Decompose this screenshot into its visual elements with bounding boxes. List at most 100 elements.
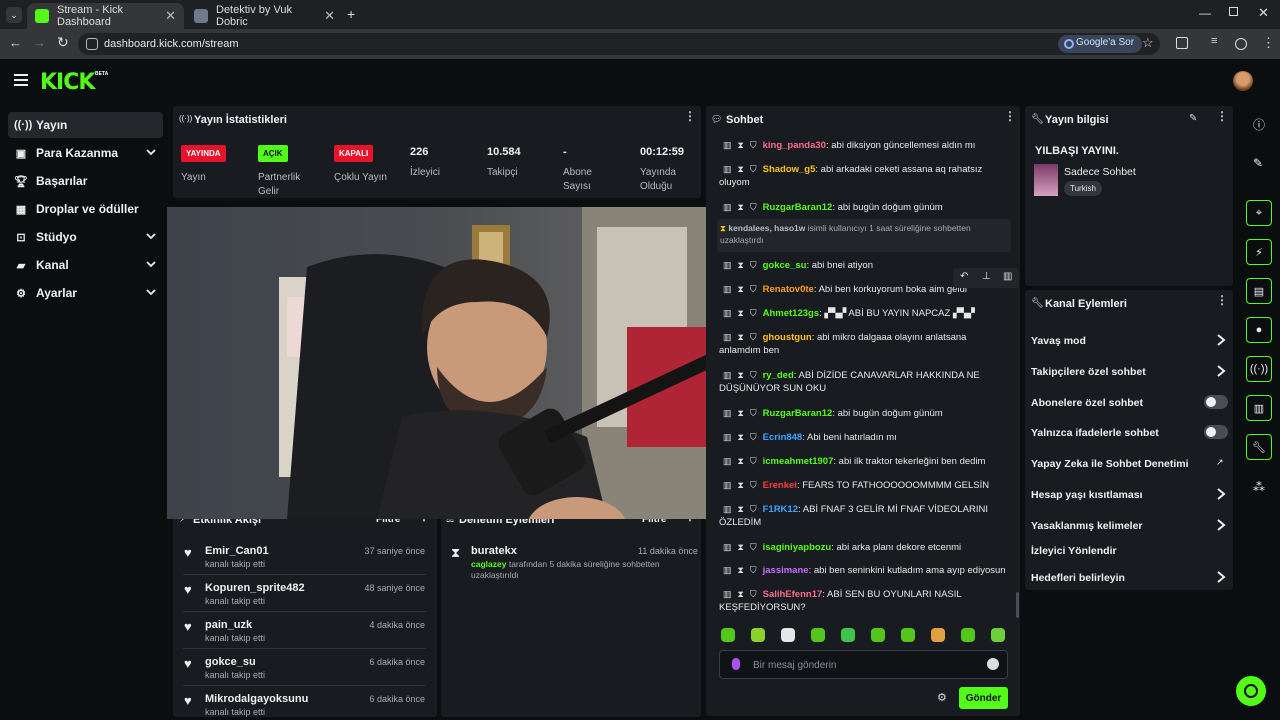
sidebar-item-achievements[interactable]: 🏆︎ Başarılar: [8, 168, 163, 194]
chat-scrollbar[interactable]: [1016, 592, 1019, 618]
chat-message[interactable]: ▥ ⧗ ⛉ Shadow_g5: abi arkadaki ceketi assana…: [719, 163, 1009, 189]
tab-kick-dashboard[interactable]: Stream - Kick Dashboard ✕: [27, 3, 184, 29]
chat-username[interactable]: Erenkei: [763, 480, 797, 491]
chat-username[interactable]: Renatov0te: [763, 284, 814, 295]
chevron-right-icon[interactable]: [1216, 570, 1226, 584]
close-window-icon[interactable]: ✕: [1258, 5, 1269, 21]
chevron-right-icon[interactable]: [1216, 518, 1226, 532]
send-button[interactable]: Gönder: [959, 687, 1008, 709]
chat-message[interactable]: ▥ ⧗ ⛉ RuzgarBaran12: abi bugün doğum günüm: [719, 407, 1009, 420]
chat-username[interactable]: SalihEfenn17: [763, 589, 823, 600]
shield-icon[interactable]: ⛉: [750, 456, 757, 466]
channel-action-goals[interactable]: Hedefleri belirleyin: [1031, 572, 1125, 584]
pin-icon[interactable]: ⊥: [982, 271, 991, 282]
emote-icon[interactable]: [721, 628, 735, 642]
channel-action-host[interactable]: İzleyici Yönlendir: [1031, 545, 1117, 557]
browser-menu-icon[interactable]: ⋮: [1262, 35, 1275, 51]
shield-icon[interactable]: ⛉: [750, 408, 757, 418]
emote-icon[interactable]: [871, 628, 885, 642]
chat-username[interactable]: Ahmet123gs: [763, 308, 820, 319]
channel-action-slow-mode[interactable]: Yavaş mod: [1031, 335, 1086, 347]
hourglass-icon[interactable]: ⧗: [738, 504, 744, 514]
trash-icon[interactable]: ▥: [1003, 271, 1012, 282]
sidebar-item-drops[interactable]: ▦ Droplar ve ödüller: [8, 196, 163, 222]
bookmark-star-icon[interactable]: ☆: [1142, 35, 1154, 51]
shield-icon[interactable]: ⛉: [750, 202, 757, 212]
emote-icon[interactable]: [991, 628, 1005, 642]
external-link-icon[interactable]: ↗: [1216, 457, 1224, 468]
chevron-right-icon[interactable]: [1216, 333, 1226, 347]
chat-message[interactable]: ▥ ⧗ ⛉ RuzgarBaran12: abi bugün doğum günüm: [719, 201, 1009, 214]
rail-layout-button[interactable]: ▥: [1246, 395, 1272, 421]
chat-username[interactable]: RuzgarBaran12: [763, 202, 833, 213]
shield-icon[interactable]: ⛉: [750, 370, 757, 380]
sidebar-item-channel[interactable]: ▰ Kanal: [8, 252, 163, 278]
media-controls-icon[interactable]: ≡: [1211, 35, 1217, 47]
shield-icon[interactable]: ⛉: [750, 432, 757, 442]
site-info-icon[interactable]: [86, 38, 98, 50]
chat-username[interactable]: ry_ded: [763, 370, 794, 381]
channel-action-banned-words[interactable]: Yasaklanmış kelimeler: [1031, 520, 1143, 532]
chat-message[interactable]: ▥ ⧗ ⛉ Ecrin848: Abi beni hatırladın mı: [719, 431, 1009, 444]
shield-icon[interactable]: ⛉: [750, 542, 757, 552]
rail-tools-button[interactable]: 🔧︎: [1246, 434, 1272, 460]
stream-preview-video[interactable]: [167, 207, 718, 519]
omnibox[interactable]: [78, 33, 1160, 55]
rail-chat-button[interactable]: ●: [1246, 317, 1272, 343]
chat-username[interactable]: Shadow_g5: [763, 164, 816, 175]
hourglass-icon[interactable]: ⧗: [738, 480, 744, 490]
trash-icon[interactable]: ▥: [723, 140, 732, 150]
chat-message[interactable]: ▥ ⧗ ⛉ ghoustgun: abi mikro dalgaaa olayını …: [719, 331, 1009, 357]
extensions-icon[interactable]: [1176, 37, 1188, 49]
chat-message[interactable]: ▥ ⧗ ⛉ ry_ded: ABİ DİZİDE CANAVARLAR HAKKIND…: [719, 369, 1009, 395]
trash-icon[interactable]: ▥: [723, 456, 732, 466]
trash-icon[interactable]: ▥: [723, 370, 732, 380]
channel-action-account-age[interactable]: Hesap yaşı kısıtlaması: [1031, 489, 1143, 501]
hourglass-icon[interactable]: ⧗: [738, 565, 744, 575]
chat-message[interactable]: ▥ ⧗ ⛉ icmeahmet1907: abi ilk traktor tekerl…: [719, 455, 1009, 468]
trash-icon[interactable]: ▥: [723, 589, 732, 599]
back-icon[interactable]: ←: [9, 35, 22, 50]
channel-action-followers-only[interactable]: Takipçilere özel sohbet: [1031, 366, 1146, 378]
trash-icon[interactable]: ▥: [723, 284, 732, 294]
subscribers-only-toggle[interactable]: [1204, 395, 1228, 409]
hourglass-icon[interactable]: ⧗: [738, 202, 744, 212]
tab-detektiv[interactable]: Detektiv by Vuk Dobric ✕: [186, 3, 343, 29]
hourglass-icon[interactable]: ⧗: [738, 370, 744, 380]
trash-icon[interactable]: ▥: [723, 308, 732, 318]
trash-icon[interactable]: ▥: [723, 408, 732, 418]
chevron-right-icon[interactable]: [1216, 487, 1226, 501]
shield-icon[interactable]: ⛉: [750, 332, 757, 342]
hourglass-icon[interactable]: ⧗: [738, 542, 744, 552]
hourglass-icon[interactable]: ⧗: [738, 140, 744, 150]
chat-message[interactable]: ▥ ⧗ ⛉ jassimane: abi ben seninkini kutladım…: [719, 564, 1009, 577]
hourglass-icon[interactable]: ⧗: [738, 432, 744, 442]
chat-message[interactable]: ▥ ⧗ ⛉ Ahmet123gs: ▞▚▞ ABİ BU YAYIN NAPCAZ ▞…: [719, 307, 1009, 320]
widgets-icon[interactable]: ⁂: [1253, 480, 1265, 494]
info-icon[interactable]: ⓘ: [1253, 116, 1265, 133]
stats-menu-icon[interactable]: ⋮: [684, 110, 696, 122]
rail-lightning-button[interactable]: ⚡︎: [1246, 239, 1272, 265]
chat-message[interactable]: ▥ ⧗ ⛉ isaginiyapbozu: abi arka planı dekore…: [719, 541, 1009, 554]
stream-info-menu-icon[interactable]: ⋮: [1216, 110, 1228, 122]
undo-icon[interactable]: ↶: [960, 271, 968, 282]
sidebar-item-settings[interactable]: ⚙ Ayarlar: [8, 280, 163, 306]
reload-icon[interactable]: ↻: [57, 34, 69, 51]
user-avatar[interactable]: [1233, 71, 1253, 91]
chat-username[interactable]: Ecrin848: [763, 432, 803, 443]
shield-icon[interactable]: ⛉: [750, 284, 757, 294]
chat-username[interactable]: F1RK12: [763, 504, 798, 515]
trash-icon[interactable]: ▥: [723, 542, 732, 552]
shield-icon[interactable]: ⛉: [750, 565, 757, 575]
shield-icon[interactable]: ⛉: [750, 480, 757, 490]
trash-icon[interactable]: ▥: [723, 432, 732, 442]
emote-icon[interactable]: [751, 628, 765, 642]
emoji-picker-icon[interactable]: [987, 658, 999, 670]
chat-username[interactable]: isaginiyapbozu: [763, 542, 832, 553]
emote-icon[interactable]: [931, 628, 945, 642]
emote-icon[interactable]: [901, 628, 915, 642]
shield-icon[interactable]: ⛉: [750, 260, 757, 270]
new-tab-icon[interactable]: +: [347, 6, 355, 22]
chat-message-input[interactable]: Bir mesaj gönderin: [719, 650, 1008, 679]
forward-icon[interactable]: →: [33, 35, 46, 50]
